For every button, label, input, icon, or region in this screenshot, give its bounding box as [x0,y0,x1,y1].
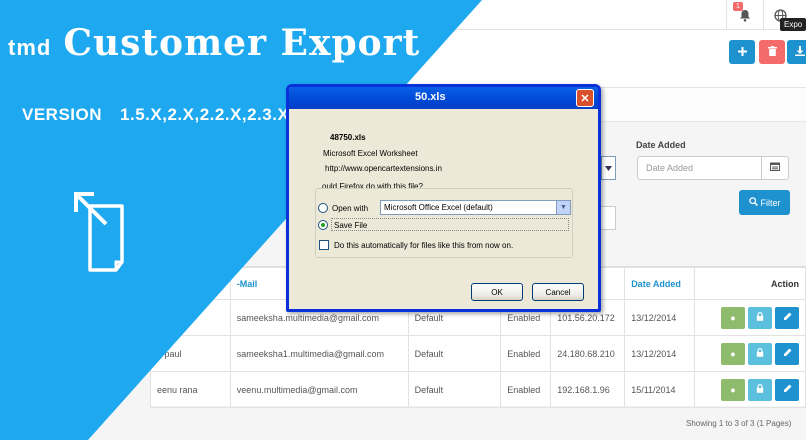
export-arrow-icon [74,192,124,272]
dialog-titlebar[interactable]: 50.xls ✕ [289,87,598,109]
ok-button[interactable]: OK [471,283,523,301]
chevron-down-icon[interactable]: ▼ [556,201,570,214]
row-actions: ● [694,299,806,336]
open-with-select[interactable]: Microsoft Office Excel (default) ▼ [380,200,571,215]
pencil-icon [783,348,792,359]
navbar-divider [726,0,727,30]
unlock-button[interactable] [748,378,772,401]
login-button[interactable]: ● [721,342,745,365]
thumb-icon: ● [730,384,736,395]
customer-email: veenu.multimedia@gmail.com [229,371,409,408]
unlock-button[interactable] [748,306,772,329]
lock-icon [756,348,764,359]
notification-badge: 1 [733,2,743,11]
add-button[interactable] [729,40,755,64]
version-line: VERSION 1.5.X,2.X,2.2.X,2.3.X,3.X [22,105,322,125]
unlock-button[interactable] [748,342,772,365]
filter-button-label: Filter [760,197,781,208]
table-row: a paul sameeksha1.multimedia@gmail.com D… [150,335,806,372]
edit-button[interactable] [775,342,799,365]
save-file-radio[interactable] [318,220,328,230]
date-added-column-header[interactable]: Date Added [624,267,696,300]
chevron-down-icon[interactable] [601,156,616,180]
lock-icon [756,384,764,395]
filter-button[interactable]: Filter [739,190,790,215]
customer-ip: 24.180.68.210 [550,335,626,372]
table-row: eenu rana veenu.multimedia@gmail.com Def… [150,371,806,408]
customer-group: Default [407,335,502,372]
calendar-icon [770,162,780,174]
customer-name: eenu rana [150,371,231,408]
edit-button[interactable] [775,306,799,329]
dialog-title: 50.xls [415,91,446,103]
login-button[interactable]: ● [721,306,745,329]
calendar-button[interactable] [761,156,789,180]
customer-email: sameeksha1.multimedia@gmail.com [229,335,409,372]
version-label: VERSION [22,105,103,124]
delete-button[interactable] [759,40,785,64]
row-actions: ● [694,335,806,372]
login-button[interactable]: ● [721,378,745,401]
promo-title: tmd Customer Export [8,22,420,64]
dialog-filename: 48750.xls [330,133,366,142]
auto-checkbox[interactable] [319,240,329,250]
pagination-summary: Showing 1 to 3 of 3 (1 Pages) [686,419,792,428]
navbar-divider [763,0,764,30]
customer-ip: 192.168.1.96 [550,371,626,408]
pencil-icon [783,312,792,323]
customer-status: Enabled [500,335,552,372]
auto-checkbox-label: Do this automatically for files like thi… [334,241,514,250]
watermark [608,303,613,321]
date-added-label: Date Added [636,140,686,150]
dialog-file-source: http://www.opencartextensions.in [325,164,442,173]
plus-icon [737,45,747,59]
edit-button[interactable] [775,378,799,401]
save-file-label: Save File [334,221,368,230]
customer-group: Default [407,371,502,408]
download-dialog: 50.xls ✕ 48750.xls Microsoft Excel Works… [286,84,601,312]
dialog-file-type: Microsoft Excel Worksheet [323,149,418,158]
open-with-value: Microsoft Office Excel (default) [384,203,493,212]
brand-logo-text: tmd [8,35,52,60]
thumb-icon: ● [730,348,736,359]
search-icon [748,197,758,208]
close-button[interactable]: ✕ [576,89,594,107]
export-tooltip: Expo [780,18,806,31]
lock-icon [756,312,764,323]
product-name: Customer Export [63,22,421,64]
action-column-header: Action [694,267,806,300]
trash-icon [767,45,777,59]
download-icon [795,45,805,59]
customer-date: 13/12/2014 [624,299,696,336]
export-button[interactable] [787,40,806,64]
customer-date: 15/11/2014 [624,371,696,408]
close-icon: ✕ [580,92,590,105]
cancel-button[interactable]: Cancel [532,283,584,301]
row-actions: ● [694,371,806,408]
open-with-radio[interactable] [318,203,328,213]
open-with-label: Open with [332,204,369,213]
date-added-input[interactable]: Date Added [637,156,762,180]
customer-date: 13/12/2014 [624,335,696,372]
thumb-icon: ● [730,312,736,323]
customer-status: Enabled [500,371,552,408]
pencil-icon [783,384,792,395]
